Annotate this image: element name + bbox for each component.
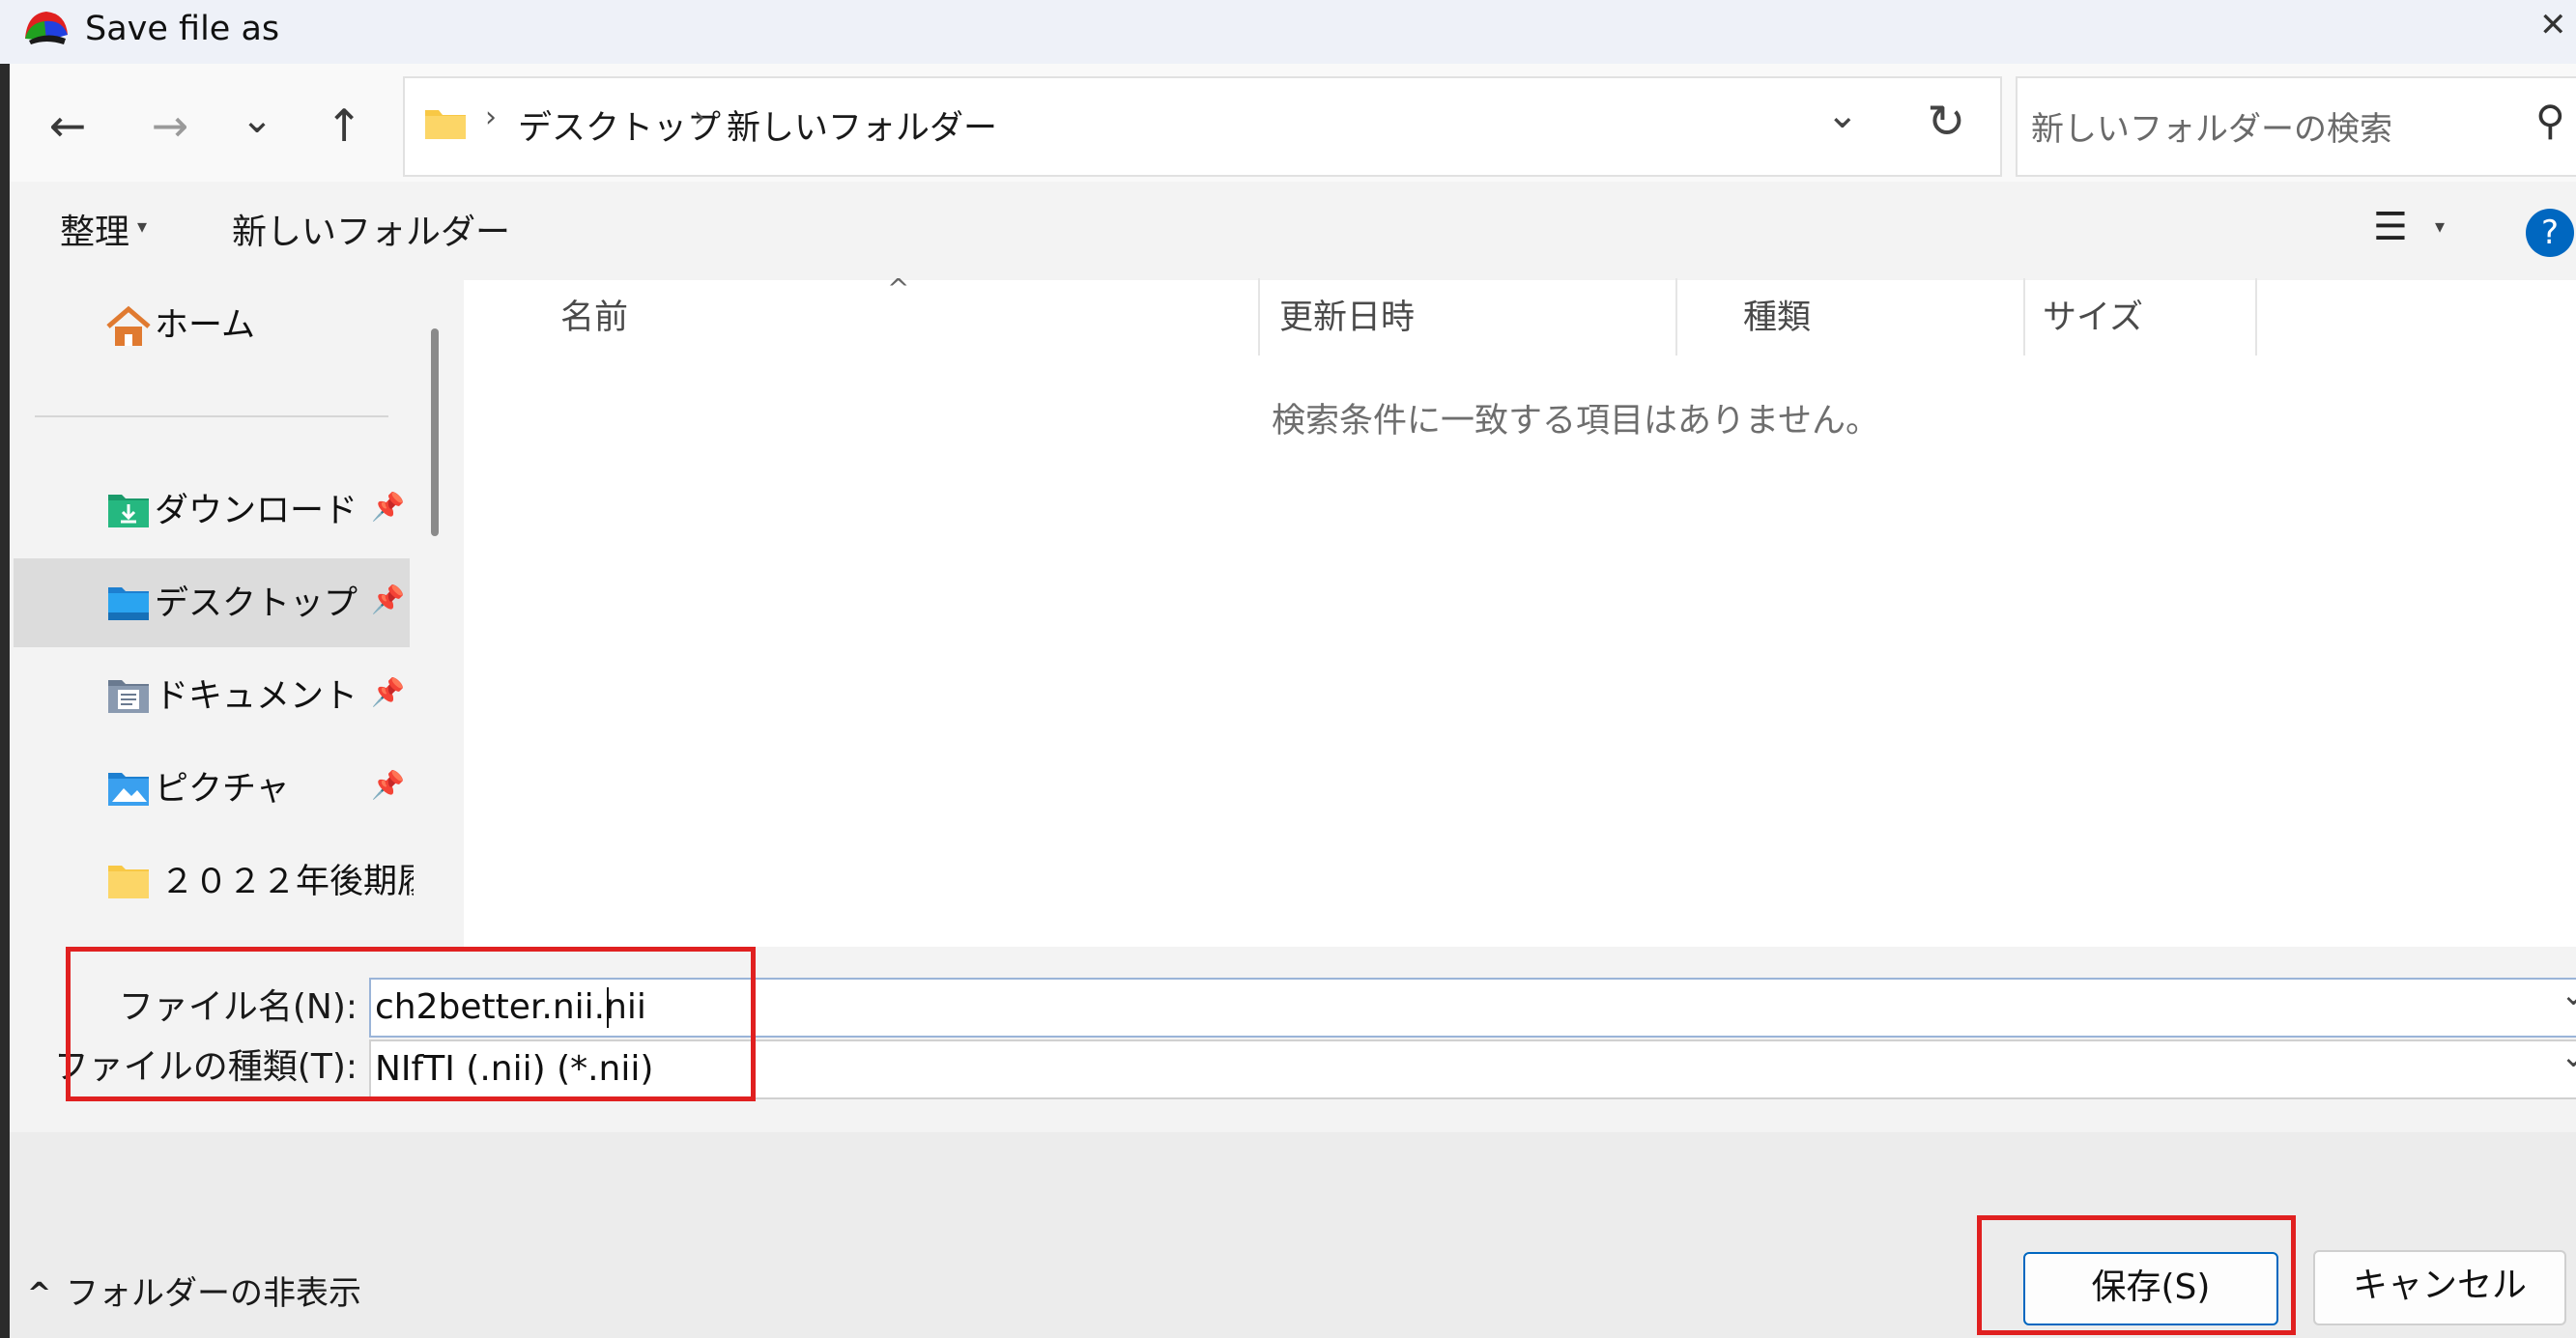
window-title: Save file as [85,10,280,48]
close-icon[interactable]: ✕ [2539,4,2567,46]
hide-folders-button[interactable]: フォルダーの非表示 [66,1269,361,1318]
view-options-icon[interactable]: ☰ [2373,205,2408,249]
empty-folder-message: 検索条件に一致する項目はありません。 [1272,402,1879,441]
background-window-edge [0,64,10,1338]
file-list[interactable] [464,280,2576,947]
column-separator[interactable] [2255,278,2257,356]
documents-folder-icon [106,676,151,715]
sort-ascending-icon: ^ [887,272,910,304]
folder-icon [423,104,468,141]
download-folder-icon [106,491,151,529]
column-separator[interactable] [2023,278,2025,356]
cancel-button[interactable]: キャンセル [2313,1250,2566,1325]
sidebar-item-downloads[interactable]: ダウンロード [155,487,358,535]
filename-dropdown-icon[interactable]: ⌄ [2561,976,2576,1012]
column-header-date-modified[interactable]: 更新日時 [1279,294,1415,342]
pin-icon[interactable]: 📌 [371,676,405,708]
home-icon [104,305,153,350]
organize-button[interactable]: 整理 [60,209,129,257]
address-dropdown-icon[interactable]: ⌄ [1826,93,1859,137]
search-input[interactable]: 新しいフォルダーの検索 [2031,102,2392,150]
column-separator[interactable] [1258,278,1260,356]
highlight-box-save [1977,1215,2296,1335]
desktop-folder-icon [106,584,151,622]
new-folder-button[interactable]: 新しいフォルダー [232,209,510,257]
recent-locations-icon[interactable]: ⌄ [228,91,286,149]
breadcrumb-separator: › [694,100,705,134]
sidebar-divider [35,415,388,417]
pin-icon[interactable]: 📌 [371,769,405,801]
sidebar-item-folder-2022[interactable]: ２０２２年後期履 [160,858,414,906]
forward-icon[interactable]: → [141,97,199,155]
sidebar-item-documents[interactable]: ドキュメント [155,672,358,721]
folder-icon [106,862,151,900]
search-icon[interactable]: ⚲ [2535,97,2565,144]
chevron-up-icon[interactable]: ^ [27,1277,51,1311]
pictures-folder-icon [106,769,151,808]
sidebar-item-desktop[interactable]: デスクトップ [155,580,358,628]
organize-caret-icon: ▾ [137,214,148,238]
breadcrumb-desktop[interactable]: デスクトップ [518,100,721,150]
sidebar-scrollbar-thumb[interactable] [431,328,439,536]
up-folder-icon[interactable]: ↑ [315,97,373,155]
sidebar-item-pictures[interactable]: ピクチャ [155,765,290,813]
column-header-name[interactable]: 名前 [560,294,628,342]
column-header-size[interactable]: サイズ [2043,294,2143,342]
app-logo-icon [21,6,72,48]
column-separator[interactable] [1675,278,1677,356]
back-icon[interactable]: ← [39,97,97,155]
sidebar-item-home[interactable]: ホーム [155,301,255,350]
filetype-dropdown-icon[interactable]: ⌄ [2561,1038,2576,1074]
help-icon[interactable]: ? [2526,209,2574,257]
refresh-icon[interactable]: ↻ [1927,95,1965,149]
pin-icon[interactable]: 📌 [371,584,405,615]
breadcrumb-new-folder[interactable]: 新しいフォルダー [727,100,997,150]
title-bar [0,0,2576,64]
breadcrumb-separator: › [485,100,497,134]
view-caret-icon[interactable]: ▾ [2435,214,2445,238]
highlight-box-filename [66,947,756,1101]
column-header-type[interactable]: 種類 [1743,294,1811,342]
pin-icon[interactable]: 📌 [371,491,405,523]
